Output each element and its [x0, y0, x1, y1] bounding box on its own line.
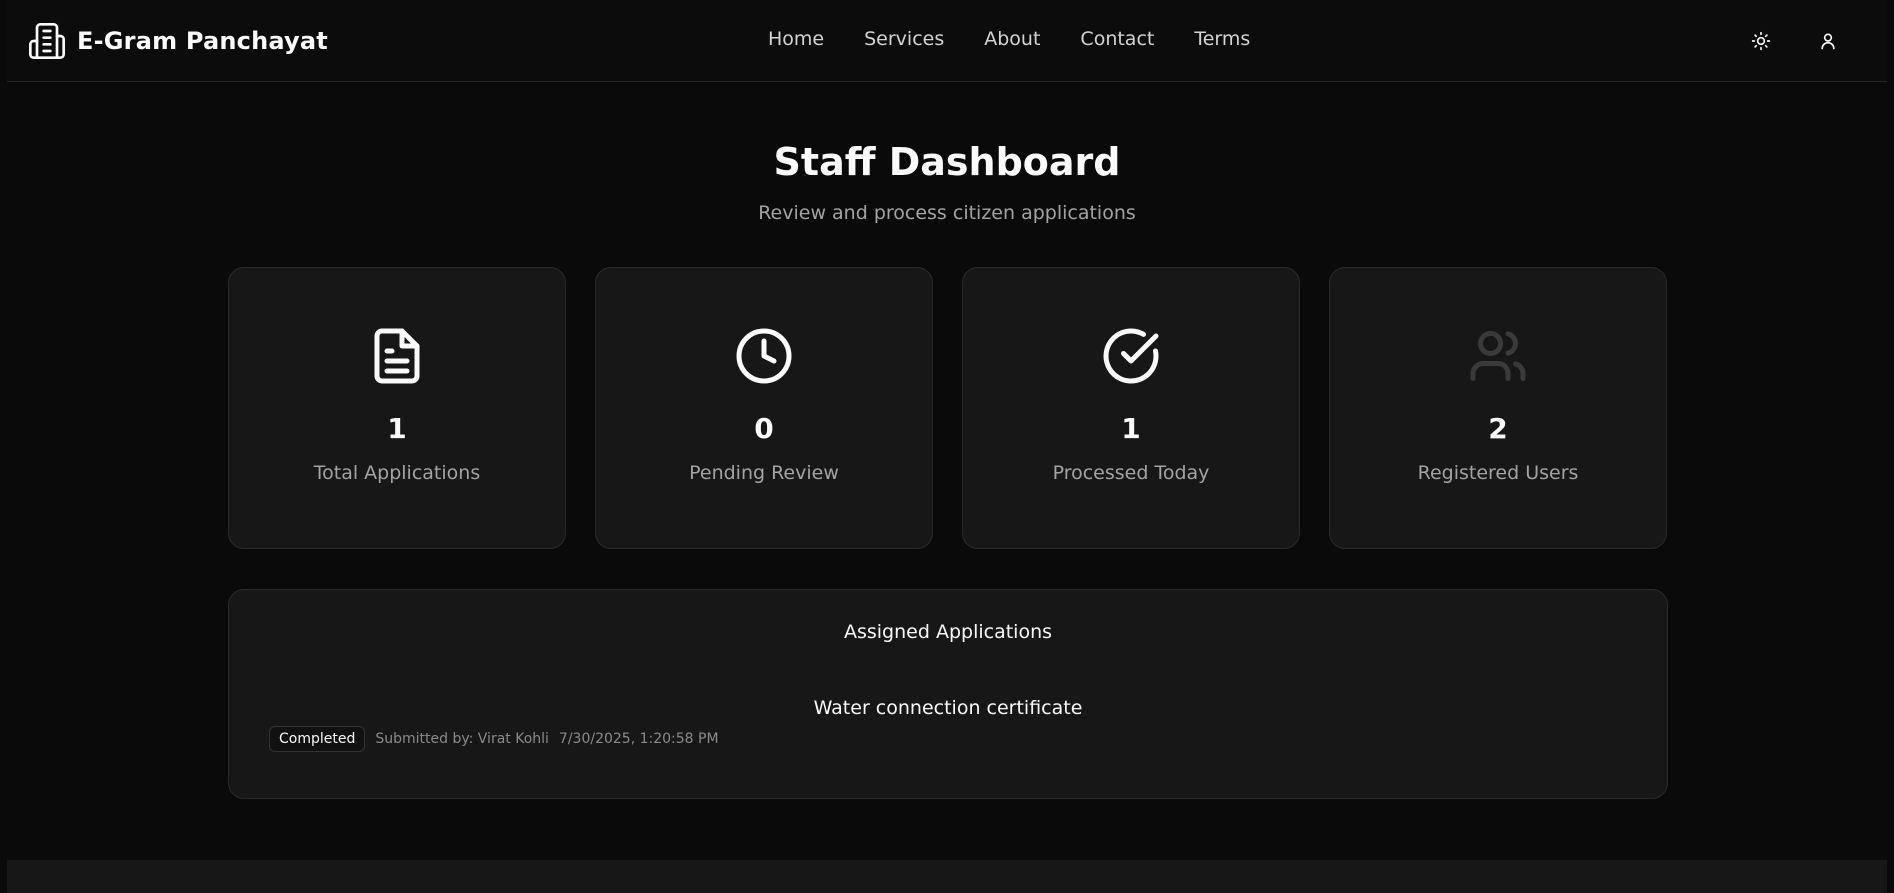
stat-label: Pending Review [689, 462, 839, 484]
assigned-applications-panel: Assigned Applications Water connection c… [228, 589, 1668, 799]
building-icon [29, 23, 65, 60]
document-icon [374, 328, 420, 384]
nav-link-home[interactable]: Home [768, 28, 824, 50]
section-title: Assigned Applications [843, 621, 1053, 643]
application-meta: Completed Submitted by: Virat Kohli 7/30… [269, 726, 719, 752]
main-nav: Home Services About Contact Terms [768, 28, 1290, 50]
clock-icon [736, 328, 792, 384]
users-icon [1470, 331, 1526, 381]
brand-logo-link[interactable]: E-Gram Panchayat [27, 20, 328, 62]
app-frame: E-Gram Panchayat Home Services About Con… [7, 0, 1887, 893]
stat-card-registered-users: 2 Registered Users [1329, 267, 1667, 549]
theme-toggle-button[interactable] [1748, 28, 1774, 54]
user-menu-button[interactable] [1815, 28, 1841, 54]
stat-card-processed-today: 1 Processed Today [962, 267, 1300, 549]
brand-name: E-Gram Panchayat [77, 27, 328, 55]
stat-card-pending-review: 0 Pending Review [595, 267, 933, 549]
stat-value: 1 [387, 412, 407, 445]
stat-label: Registered Users [1417, 462, 1579, 484]
check-circle-icon [1103, 328, 1159, 384]
stat-label: Total Applications [313, 462, 481, 484]
stat-label: Processed Today [1052, 462, 1210, 484]
navbar: E-Gram Panchayat Home Services About Con… [7, 0, 1887, 82]
status-badge: Completed [269, 726, 366, 752]
submitted-by-text: Submitted by: Virat Kohli [375, 731, 549, 747]
nav-link-services[interactable]: Services [864, 28, 944, 50]
nav-link-about[interactable]: About [984, 28, 1040, 50]
sun-icon [1751, 31, 1771, 51]
nav-link-terms[interactable]: Terms [1194, 28, 1250, 50]
submitted-timestamp: 7/30/2025, 1:20:58 PM [558, 731, 719, 747]
footer [7, 860, 1887, 893]
stat-value: 0 [754, 412, 774, 445]
application-name[interactable]: Water connection certificate [229, 697, 1667, 719]
stat-value: 1 [1121, 412, 1141, 445]
user-icon [1821, 33, 1835, 50]
stat-card-total-applications: 1 Total Applications [228, 267, 566, 549]
page-title: Staff Dashboard [773, 140, 1121, 184]
nav-link-contact[interactable]: Contact [1080, 28, 1154, 50]
page-subtitle: Review and process citizen applications [758, 202, 1136, 224]
stat-value: 2 [1488, 412, 1508, 445]
